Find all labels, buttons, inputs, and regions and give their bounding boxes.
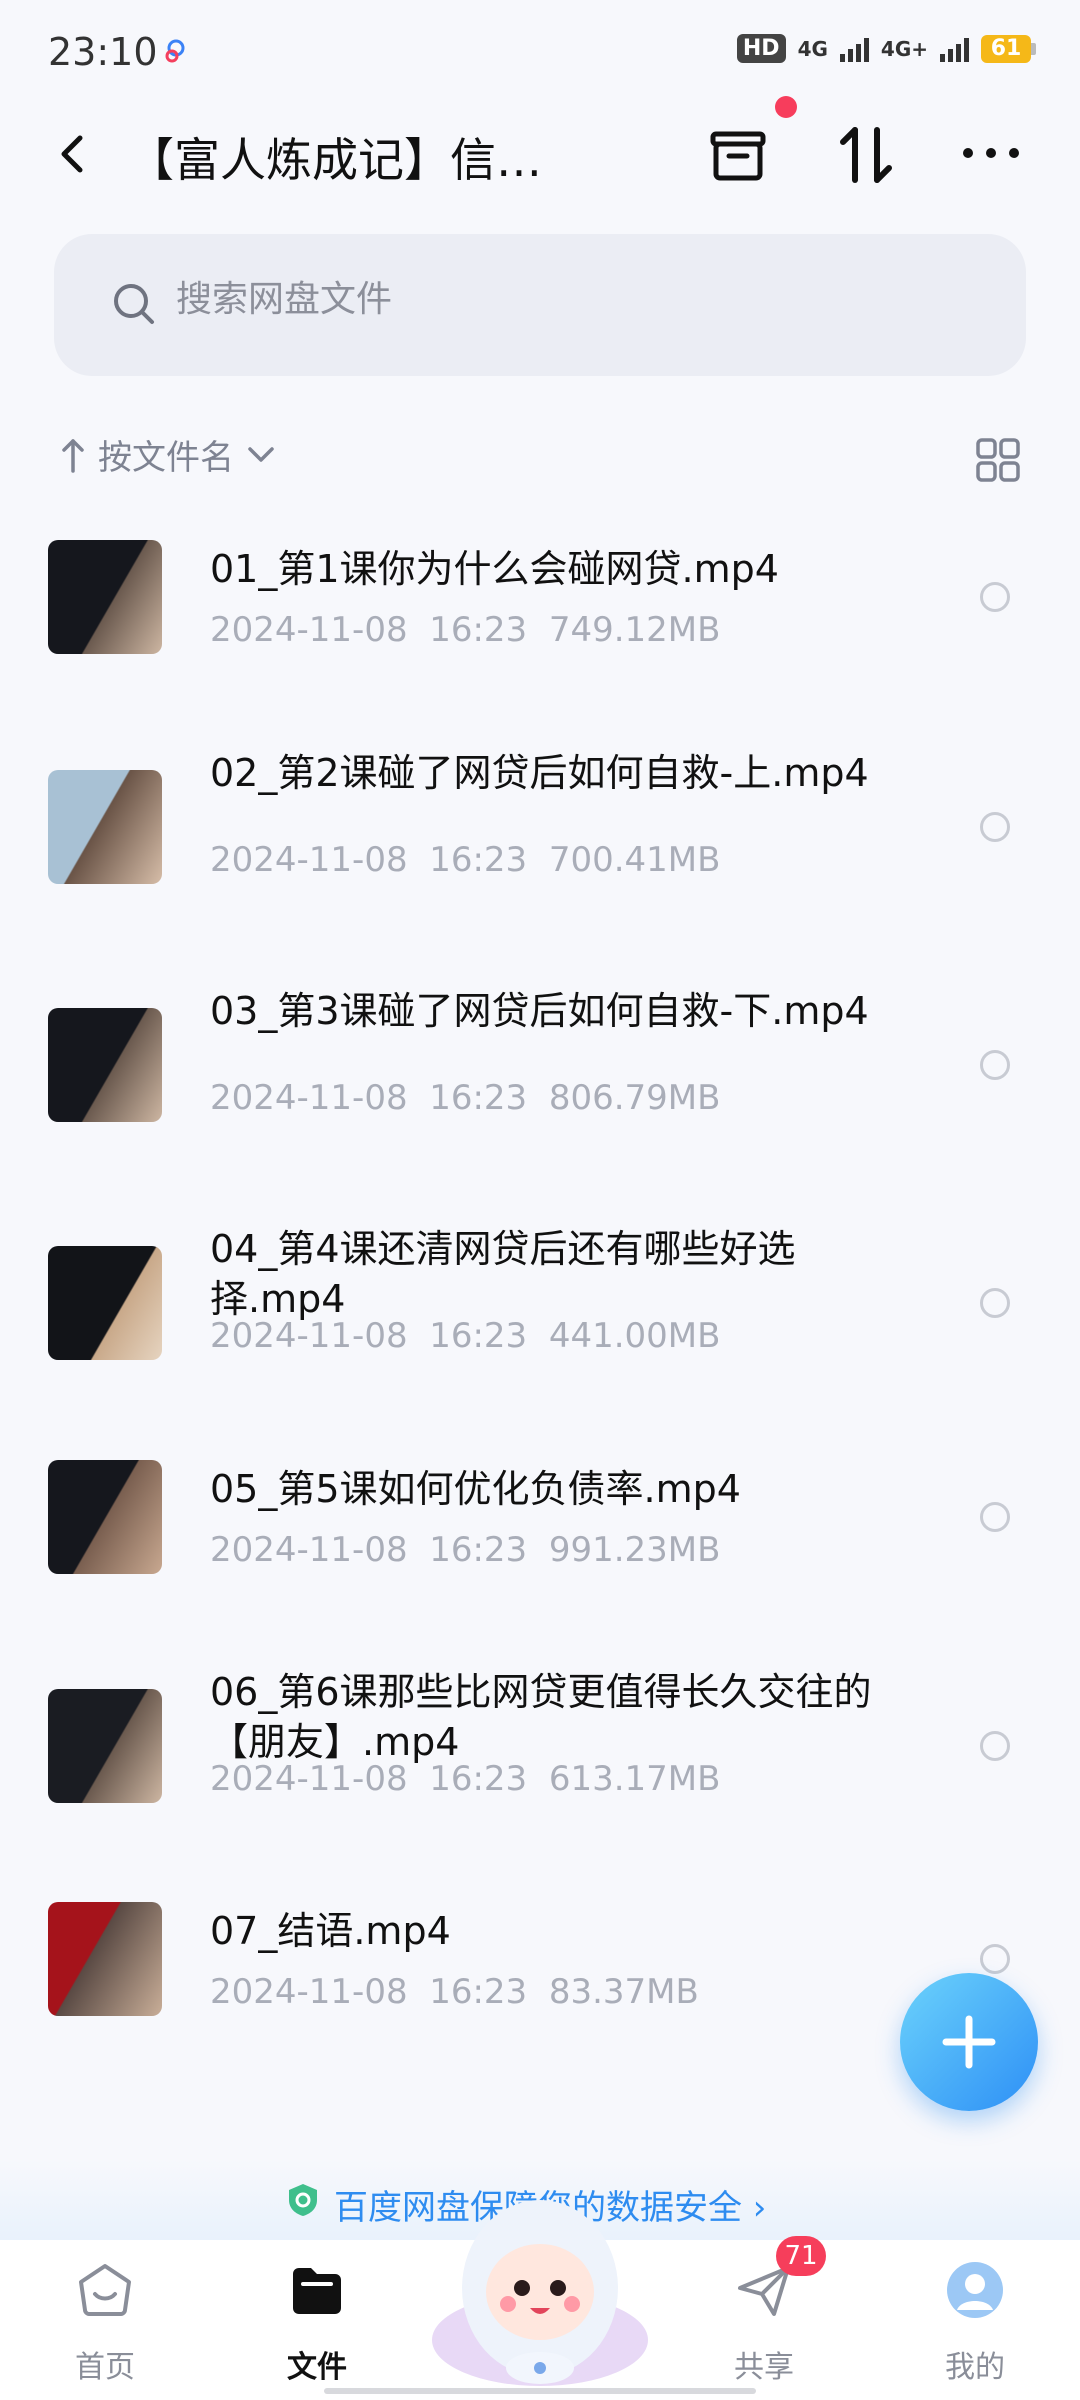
add-button[interactable] [900,1973,1038,2111]
file-name: 02_第2课碰了网贷后如何自救-上.mp4 [210,751,869,795]
video-thumbnail [48,540,162,654]
file-meta: 2024-11-08 16:23 991.23MB [210,1530,720,1570]
transfer-icon[interactable] [833,122,899,188]
search-icon [114,284,154,324]
select-radio[interactable] [980,1502,1010,1532]
sort-row: 按文件名 [58,430,1022,490]
nav-mine-label: 我的 [945,2350,1005,2385]
search-input[interactable] [174,278,778,321]
chevron-down-icon [248,446,274,462]
nav-files-label: 文件 [287,2350,347,2385]
file-meta: 2024-11-08 16:23 441.00MB [210,1316,720,1356]
avatar-icon [947,2262,1003,2318]
file-date: 2024-11-08 16:23 [210,840,528,880]
video-thumbnail [48,1008,162,1122]
file-size: 441.00MB [548,1316,721,1356]
signal-icon [839,36,869,62]
status-bar: 23:10 HD 4G 4G+ 61 [0,0,1080,100]
file-size: 83.37MB [548,1972,699,2012]
search-bar[interactable] [54,234,1026,376]
file-meta: 2024-11-08 16:23 700.41MB [210,840,720,880]
file-date: 2024-11-08 16:23 [210,1316,528,1356]
file-size: 700.41MB [548,840,721,880]
grid-view-icon[interactable] [974,436,1022,484]
mascot-icon[interactable] [424,2180,656,2390]
sort-button[interactable]: 按文件名 [58,430,278,479]
file-name: 03_第3课碰了网贷后如何自救-下.mp4 [210,989,869,1033]
file-name: 05_第5课如何优化负债率.mp4 [210,1467,741,1511]
nav-share-label: 共享 [734,2350,794,2385]
more-icon[interactable] [958,128,1024,178]
sort-arrow-up-icon [62,438,84,473]
file-size: 991.23MB [548,1530,721,1570]
file-name: 04_第4课还清网贷后还有哪些好选择.mp4 [210,1227,796,1321]
top-bar: 【富人炼成记】信… [0,100,1080,210]
file-meta: 2024-11-08 16:23 83.37MB [210,1972,699,2012]
file-row[interactable]: 04_第4课还清网贷后还有哪些好选择.mp4 2024-11-08 16:23 … [0,1227,1080,1446]
shield-icon [289,2184,317,2216]
file-row[interactable]: 03_第3课碰了网贷后如何自救-下.mp4 2024-11-08 16:23 8… [0,989,1080,1208]
file-row[interactable]: 06_第6课那些比网贷更值得长久交往的【朋友】.mp4 2024-11-08 1… [0,1670,1080,1889]
network-label: 4G [797,36,828,61]
select-radio[interactable] [980,812,1010,842]
file-size: 749.12MB [548,610,721,650]
file-meta: 2024-11-08 16:23 613.17MB [210,1759,720,1799]
sort-label: 按文件名 [98,438,234,478]
back-arrow-icon[interactable] [48,128,100,180]
nav-files[interactable]: 文件 [247,2240,387,2400]
video-thumbnail [48,1460,162,1574]
notification-dot [775,96,797,118]
file-meta: 2024-11-08 16:23 806.79MB [210,1078,720,1118]
file-date: 2024-11-08 16:23 [210,1759,528,1799]
nav-mine[interactable]: 我的 [905,2240,1045,2400]
video-thumbnail [48,770,162,884]
status-time: 23:10 [48,30,158,74]
file-date: 2024-11-08 16:23 [210,1078,528,1118]
file-name: 06_第6课那些比网贷更值得长久交往的【朋友】.mp4 [210,1670,872,1764]
video-thumbnail [48,1902,162,2016]
select-radio[interactable] [980,1731,1010,1761]
signal-icon-2 [940,36,969,62]
cloud-app-icon [165,39,185,63]
file-size: 806.79MB [548,1078,721,1118]
file-size: 613.17MB [548,1759,721,1799]
battery-icon: 61 [981,34,1036,63]
recycle-bin-icon[interactable] [705,122,771,188]
hd-badge: HD [736,34,786,63]
page-title: 【富人炼成记】信… [128,133,542,187]
file-date: 2024-11-08 16:23 [210,1530,528,1570]
file-name: 07_结语.mp4 [210,1909,451,1953]
file-row[interactable]: 05_第5课如何优化负债率.mp4 2024-11-08 16:23 991.2… [0,1460,1080,1660]
file-date: 2024-11-08 16:23 [210,610,528,650]
folder-icon [293,2268,341,2314]
select-radio[interactable] [980,1944,1010,1974]
select-radio[interactable] [980,1050,1010,1080]
file-date: 2024-11-08 16:23 [210,1972,528,2012]
file-row[interactable]: 01_第1课你为什么会碰网贷.mp4 2024-11-08 16:23 749.… [0,540,1080,740]
home-icon [79,2264,131,2316]
video-thumbnail [48,1246,162,1360]
share-badge: 71 [776,2236,826,2276]
select-radio[interactable] [980,1288,1010,1318]
battery-level: 61 [981,34,1031,63]
plus-icon [942,2015,996,2069]
home-indicator [324,2388,756,2394]
file-name: 01_第1课你为什么会碰网贷.mp4 [210,547,779,591]
nav-home-label: 首页 [75,2350,135,2385]
nav-home[interactable]: 首页 [35,2240,175,2400]
file-meta: 2024-11-08 16:23 749.12MB [210,610,720,650]
file-row[interactable]: 02_第2课碰了网贷后如何自救-上.mp4 2024-11-08 16:23 7… [0,751,1080,970]
video-thumbnail [48,1689,162,1803]
select-radio[interactable] [980,582,1010,612]
status-icons: HD 4G 4G+ 61 [736,34,1036,63]
network-label-2: 4G+ [880,36,928,61]
